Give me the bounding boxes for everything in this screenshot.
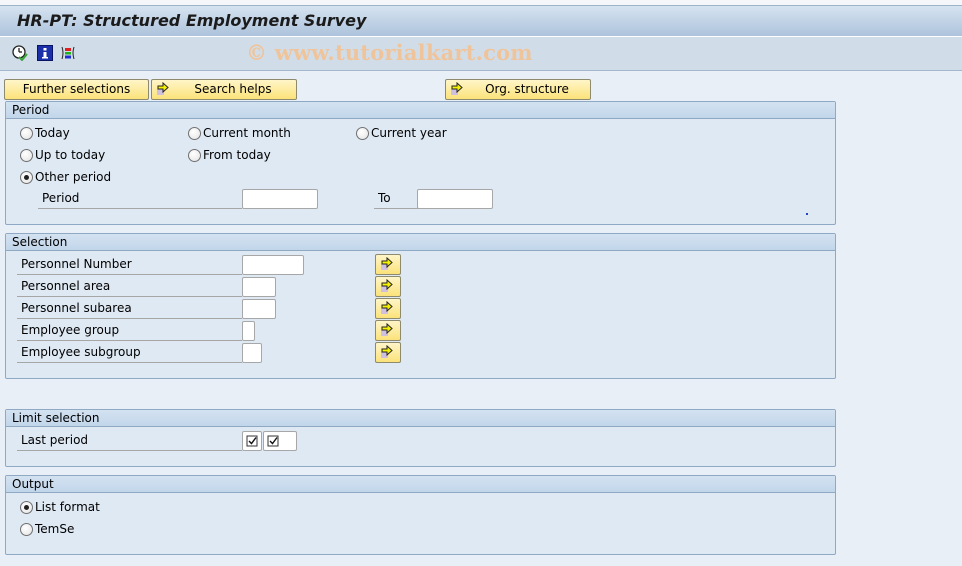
radio-label: Other period	[35, 170, 112, 184]
radio-today[interactable]: Today	[20, 126, 70, 140]
radio-circle[interactable]	[356, 126, 369, 140]
org-structure-button[interactable]: Org. structure	[445, 79, 591, 100]
personnel-subarea-label: Personnel subarea	[17, 299, 242, 319]
period-heading: Period	[6, 102, 835, 119]
last-period-checkbox-2[interactable]	[263, 431, 297, 451]
selection-options-icon[interactable]	[60, 45, 76, 61]
employee-group-label: Employee group	[17, 321, 242, 341]
personnel-number-multiple-selection-button[interactable]	[375, 254, 401, 275]
period-to-input[interactable]	[417, 189, 493, 209]
employee-subgroup-label: Employee subgroup	[17, 343, 242, 363]
personnel-number-label: Personnel Number	[17, 255, 242, 275]
radio-other-period[interactable]: Other period	[20, 170, 111, 184]
radio-label: Current year	[371, 126, 447, 140]
further-selections-button[interactable]: Further selections	[4, 79, 149, 100]
personnel-subarea-input[interactable]	[242, 299, 276, 319]
radio-list-format[interactable]: List format	[20, 500, 100, 514]
status-dot	[806, 213, 808, 215]
application-toolbar: © www.tutorialkart.com	[0, 37, 962, 71]
arrow-right-icon	[381, 257, 393, 270]
execute-clock-icon[interactable]	[12, 45, 28, 62]
selection-heading: Selection	[6, 234, 835, 251]
radio-label: Current month	[203, 126, 291, 140]
output-heading: Output	[6, 476, 835, 493]
radio-circle[interactable]	[20, 148, 33, 162]
personnel-number-input[interactable]	[242, 255, 304, 275]
arrow-right-icon	[381, 279, 393, 292]
last-period-checkbox-1[interactable]	[242, 431, 262, 451]
radio-label: Up to today	[35, 148, 106, 162]
to-label: To	[374, 189, 418, 209]
radio-circle[interactable]	[20, 522, 33, 536]
employee-group-input[interactable]	[242, 321, 255, 341]
radio-current-year[interactable]: Current year	[356, 126, 447, 140]
radio-circle[interactable]	[188, 148, 201, 162]
radio-temse[interactable]: TemSe	[20, 522, 74, 536]
page-title: HR-PT: Structured Employment Survey	[17, 11, 367, 30]
watermark: © www.tutorialkart.com	[246, 40, 533, 65]
personnel-area-label: Personnel area	[17, 277, 242, 297]
personnel-subarea-multiple-selection-button[interactable]	[375, 298, 401, 319]
output-group: Output	[5, 475, 836, 555]
radio-current-month[interactable]: Current month	[188, 126, 291, 140]
search-helps-label: Search helps	[194, 82, 272, 96]
personnel-area-input[interactable]	[242, 277, 276, 297]
radio-from-today[interactable]: From today	[188, 148, 271, 162]
personnel-area-multiple-selection-button[interactable]	[375, 276, 401, 297]
search-helps-button[interactable]: Search helps	[151, 79, 297, 100]
radio-label: List format	[35, 500, 100, 514]
employee-group-multiple-selection-button[interactable]	[375, 320, 401, 341]
org-structure-label: Org. structure	[485, 82, 569, 96]
radio-circle[interactable]	[20, 126, 33, 140]
further-selections-label: Further selections	[22, 82, 131, 96]
radio-label: Today	[35, 126, 70, 140]
info-icon[interactable]	[37, 45, 53, 61]
radio-up-to-today[interactable]: Up to today	[20, 148, 105, 162]
last-period-label: Last period	[17, 431, 242, 451]
radio-label: TemSe	[35, 522, 75, 536]
arrow-right-icon	[381, 301, 393, 314]
arrow-right-icon	[381, 323, 393, 336]
title-bar: HR-PT: Structured Employment Survey	[0, 6, 962, 37]
radio-circle-selected[interactable]	[20, 500, 33, 514]
arrow-right-icon	[381, 345, 393, 358]
radio-label: From today	[203, 148, 271, 162]
radio-circle[interactable]	[188, 126, 201, 140]
limit-selection-heading: Limit selection	[6, 410, 835, 427]
period-from-input[interactable]	[242, 189, 318, 209]
arrow-right-icon	[156, 81, 172, 102]
radio-circle-selected[interactable]	[20, 170, 33, 184]
arrow-right-icon	[450, 81, 466, 102]
period-label: Period	[38, 189, 242, 209]
employee-subgroup-input[interactable]	[242, 343, 262, 363]
employee-subgroup-multiple-selection-button[interactable]	[375, 342, 401, 363]
